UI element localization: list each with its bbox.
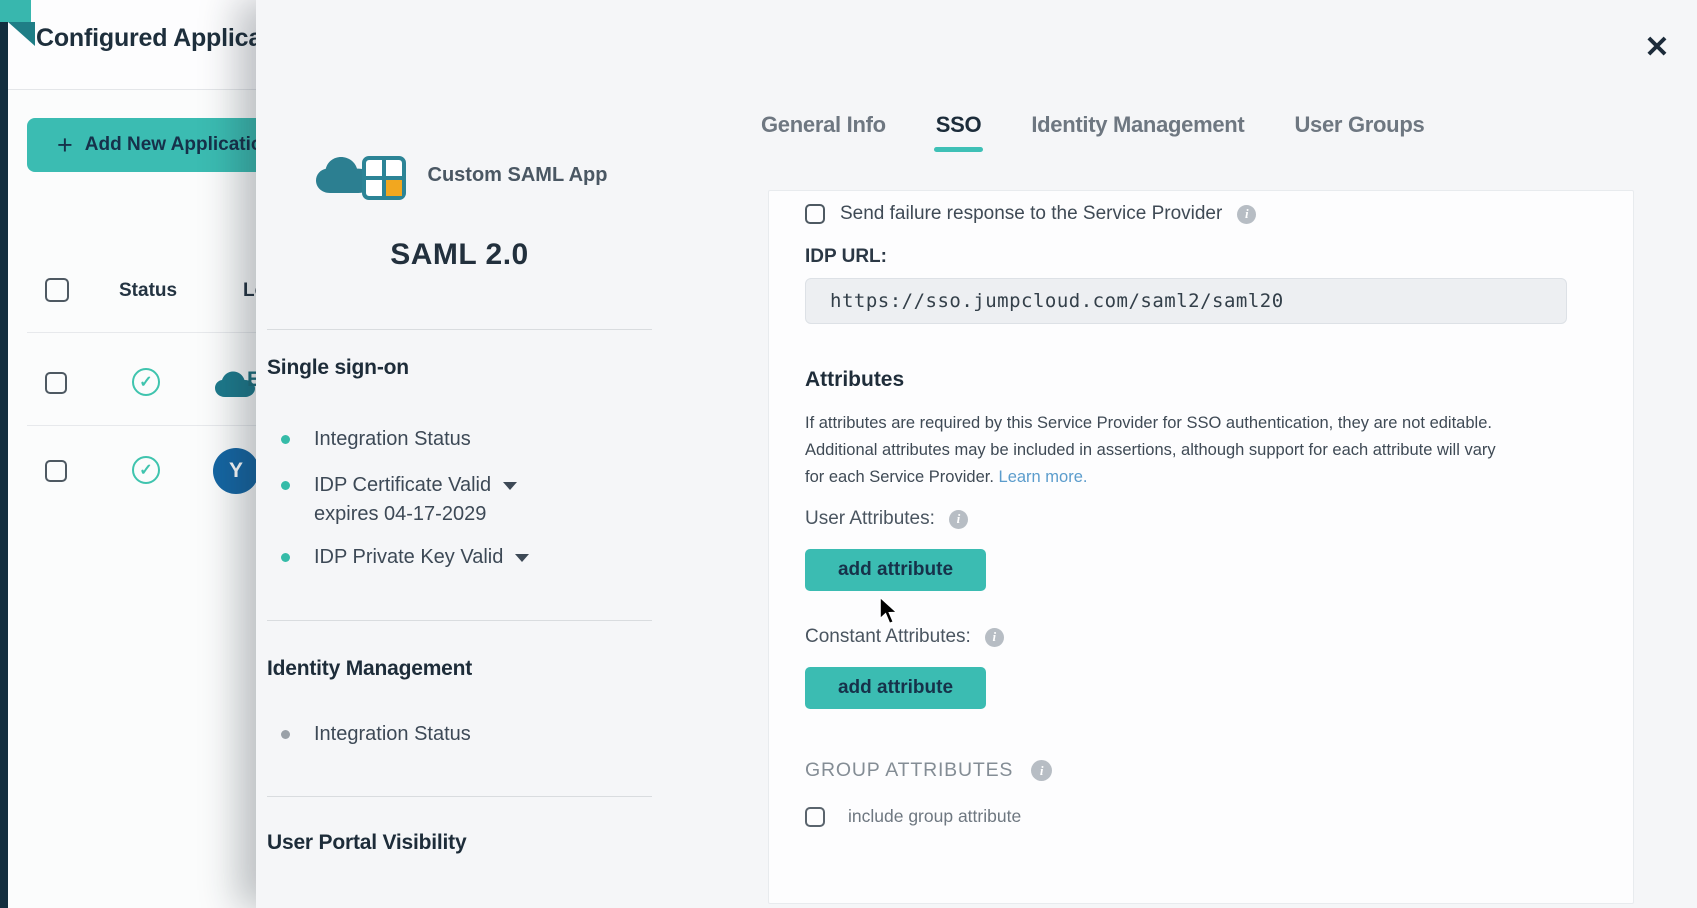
- send-failure-response-checkbox[interactable]: [805, 204, 825, 224]
- tab-sso[interactable]: SSO: [936, 112, 982, 152]
- app-logo-label: Custom SAML App: [428, 164, 608, 187]
- caret-down-icon[interactable]: [515, 554, 529, 562]
- modal-tab-bar: General Info SSO Identity Management Use…: [761, 112, 1424, 152]
- include-group-attribute-checkbox[interactable]: [805, 807, 825, 827]
- screen: Configured Applications + Add New Applic…: [0, 0, 1697, 908]
- idp-url-label: IDP URL:: [805, 246, 1597, 268]
- table-row: ✓ Y: [0, 440, 256, 506]
- attributes-description: If attributes are required by this Servi…: [805, 410, 1511, 491]
- custom-saml-app-modal: ✕ General Info SSO Identity Management U…: [256, 0, 1697, 908]
- group-attributes-row: GROUP ATTRIBUTES i: [805, 759, 1597, 782]
- sidebar-item-idp-private-key: IDP Private Key Valid: [267, 546, 652, 569]
- user-attributes-row: User Attributes: i: [805, 508, 1597, 530]
- divider: [267, 620, 652, 621]
- certificate-expiry-note: expires 04-17-2029: [314, 503, 652, 526]
- tab-general-info[interactable]: General Info: [761, 112, 886, 152]
- table-header-row: Status Logo: [0, 276, 256, 308]
- status-active-icon: ✓: [132, 368, 160, 396]
- info-icon[interactable]: i: [949, 510, 968, 529]
- send-failure-response-row: Send failure response to the Service Pro…: [805, 203, 1597, 225]
- table-row: ✓ E: [0, 352, 256, 418]
- add-constant-attribute-button[interactable]: add attribute: [805, 667, 986, 709]
- app-status-sidebar: Single sign-on Integration Status IDP Ce…: [267, 329, 652, 855]
- custom-saml-app-logo-icon: [312, 146, 418, 204]
- idp-url-input[interactable]: [805, 278, 1567, 324]
- column-header-status: Status: [119, 280, 177, 302]
- divider: [267, 796, 652, 797]
- tab-identity-management[interactable]: Identity Management: [1031, 112, 1244, 152]
- constant-attributes-row: Constant Attributes: i: [805, 626, 1597, 648]
- learn-more-link[interactable]: Learn more.: [999, 468, 1088, 486]
- caret-down-icon[interactable]: [503, 482, 517, 490]
- status-dot-icon: [281, 553, 290, 562]
- sso-tab-panel: Send failure response to the Service Pro…: [768, 190, 1634, 904]
- info-icon[interactable]: i: [1031, 760, 1052, 781]
- attributes-heading: Attributes: [805, 368, 1597, 392]
- add-new-application-button[interactable]: + Add New Application: [27, 118, 269, 172]
- status-dot-icon: [281, 435, 290, 444]
- sidebar-section-single-sign-on: Single sign-on: [267, 356, 652, 380]
- status-dot-icon: [281, 730, 290, 739]
- status-dot-icon: [281, 481, 290, 490]
- tab-user-groups[interactable]: User Groups: [1294, 112, 1424, 152]
- info-icon[interactable]: i: [985, 628, 1004, 647]
- sidebar-item-idp-certificate: IDP Certificate Valid: [267, 474, 652, 497]
- row-checkbox[interactable]: [45, 460, 67, 482]
- app-avatar[interactable]: Y: [213, 448, 259, 494]
- add-user-attribute-button[interactable]: add attribute: [805, 549, 986, 591]
- sidebar-section-user-portal-visibility: User Portal Visibility: [267, 831, 652, 855]
- sidebar-section-identity-management: Identity Management: [267, 657, 652, 681]
- app-logo-row: Custom SAML App: [267, 146, 652, 204]
- select-all-checkbox[interactable]: [45, 278, 69, 302]
- sidebar-item-im-integration-status: Integration Status: [267, 723, 652, 746]
- protocol-title: SAML 2.0: [267, 238, 652, 272]
- close-icon[interactable]: ✕: [1635, 28, 1679, 68]
- include-group-attribute-row: include group attribute: [805, 806, 1597, 827]
- row-checkbox[interactable]: [45, 372, 67, 394]
- brand-ribbon-fold-icon: [0, 0, 40, 50]
- divider: [267, 329, 652, 330]
- info-icon[interactable]: i: [1237, 205, 1256, 224]
- sidebar-item-integration-status: Integration Status: [267, 428, 652, 451]
- plus-icon: +: [57, 132, 73, 159]
- status-active-icon: ✓: [132, 456, 160, 484]
